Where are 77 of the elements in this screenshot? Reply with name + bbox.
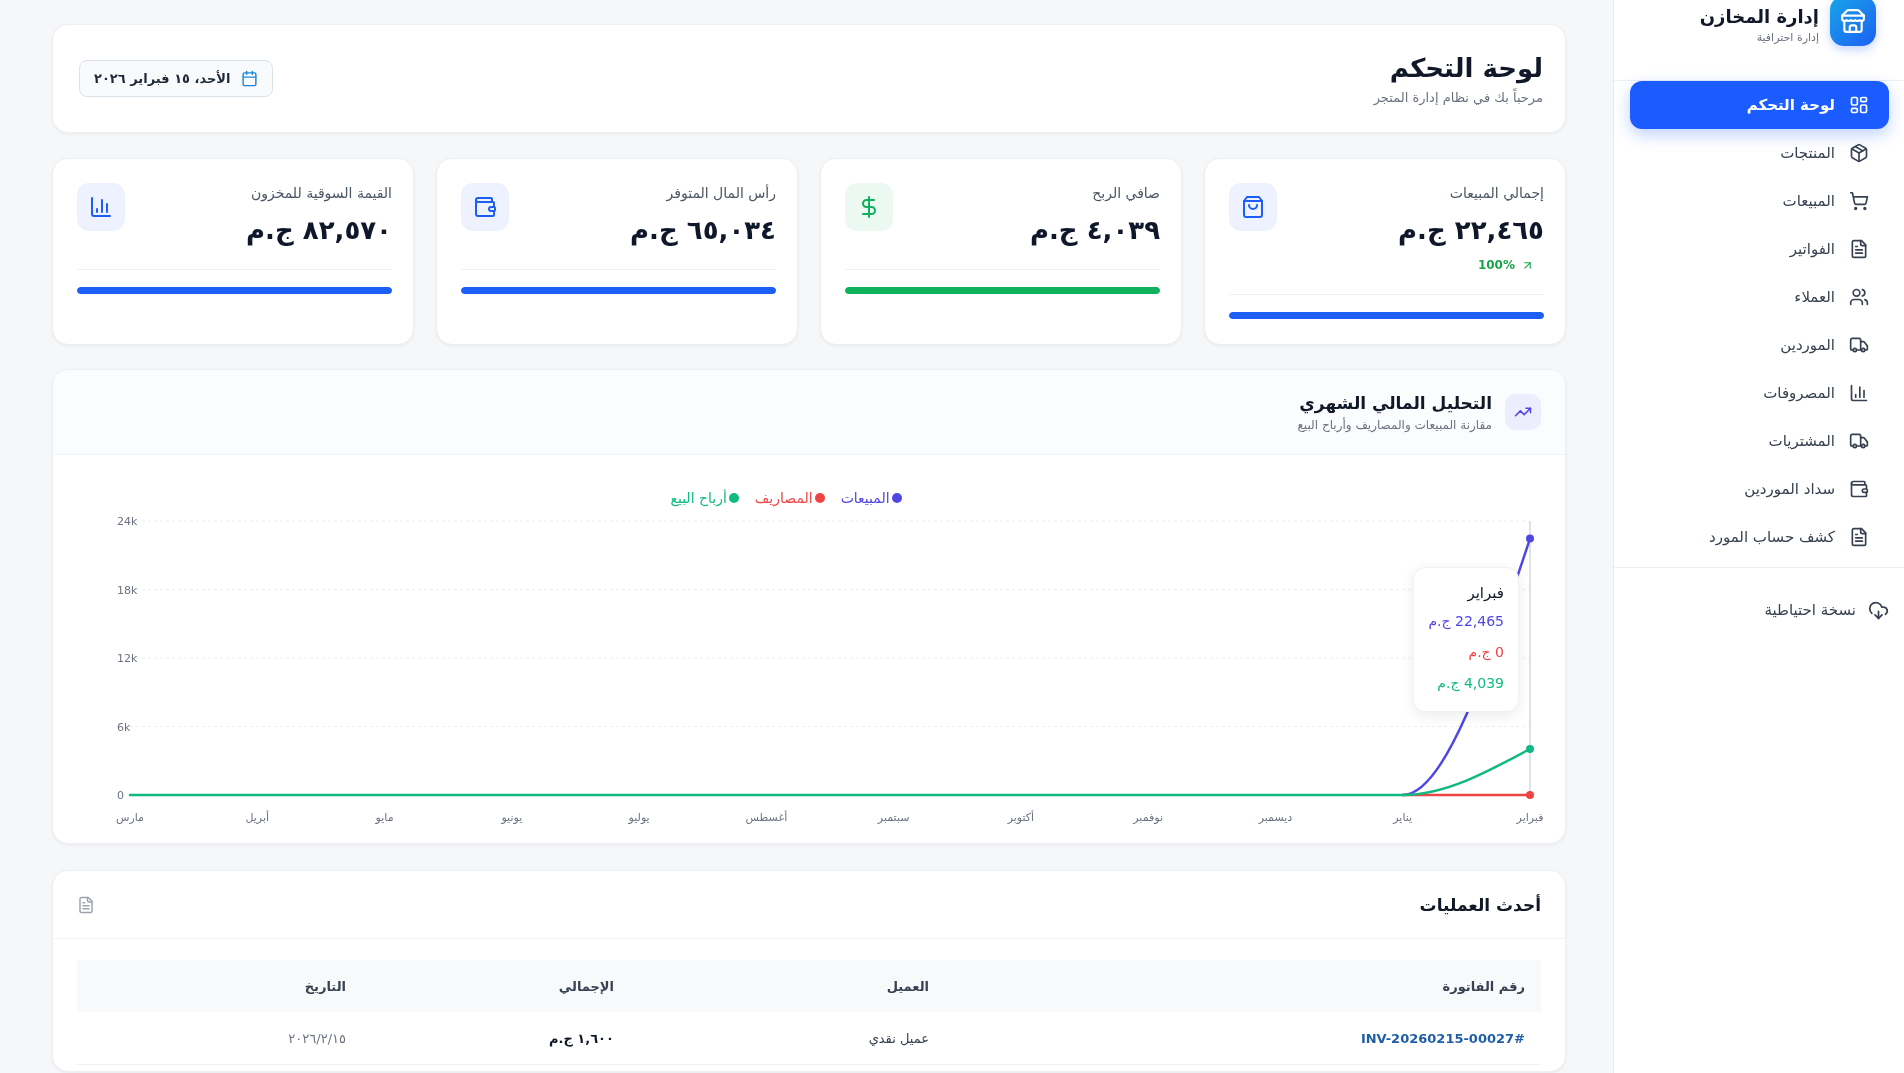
- stat-value: ٤,٠٣٩ ج.م: [1029, 214, 1160, 248]
- document-icon: [77, 895, 95, 914]
- tooltip-title: فبراير: [1466, 583, 1504, 604]
- sidebar-item[interactable]: المنتجات: [1630, 129, 1889, 177]
- legend-label: المصاريف: [754, 489, 813, 508]
- x-axis-label: فبراير: [1516, 811, 1544, 824]
- section-title: أحدث العمليات: [1419, 894, 1541, 915]
- x-axis-label: مايو: [375, 811, 394, 824]
- tooltip-value: 0 ج.م: [1467, 643, 1504, 663]
- stat-label: رأس المال المتوفر: [665, 183, 776, 203]
- stat-value: ٦٥,٠٣٤ ج.م: [630, 214, 776, 248]
- point-marker-icon: [1526, 744, 1534, 753]
- y-axis-label: 24k: [117, 515, 138, 528]
- calendar-icon: [240, 70, 258, 87]
- y-axis-label: 0: [117, 789, 124, 802]
- x-axis-label: نوفمبر: [1133, 811, 1164, 824]
- sidebar-item[interactable]: سداد الموردين: [1630, 465, 1889, 513]
- x-axis-label: يناير: [1393, 811, 1413, 824]
- sidebar-item[interactable]: المصروفات: [1630, 369, 1889, 417]
- x-axis-label: مارس: [116, 811, 144, 824]
- column-header: رقم الفاتورة: [945, 960, 1541, 1012]
- cart-icon: [1849, 191, 1869, 211]
- x-axis-label: أبريل: [245, 811, 270, 824]
- table-cell: ١,٦٠٠ ج.م: [362, 1012, 630, 1065]
- y-axis-label: 6k: [117, 720, 131, 734]
- x-axis-label: يونيو: [501, 811, 523, 824]
- sidebar-item[interactable]: العملاء: [1630, 273, 1889, 321]
- y-axis-label: 12k: [117, 652, 138, 665]
- box-icon: [1849, 143, 1869, 163]
- trending-up-icon: [1505, 394, 1541, 430]
- wallet-icon: [1849, 479, 1869, 499]
- stat-label: إجمالي المبيعات: [1448, 184, 1544, 203]
- legend-label: المبيعات: [840, 489, 890, 508]
- sidebar-item[interactable]: لوحة التحكم: [1630, 81, 1889, 129]
- sidebar-item[interactable]: الموردين: [1630, 321, 1889, 369]
- sidebar-item[interactable]: المبيعات: [1630, 177, 1889, 225]
- y-axis-label: 18k: [117, 583, 138, 597]
- truck-icon: [1849, 335, 1869, 355]
- stat-label: القيمة السوقية للمخزون: [249, 184, 392, 203]
- cloud-download-icon: [1868, 599, 1889, 621]
- point-marker-icon: [1526, 791, 1534, 799]
- stat-label: صافي الربح: [1091, 184, 1160, 203]
- page-title: لوحة التحكم: [1388, 51, 1543, 86]
- table-cell: ٢٠٢٦/٢/١٥: [77, 1012, 362, 1065]
- chart-subtitle: مقارنة المبيعات والمصاريف وأرباح البيع: [1297, 416, 1492, 433]
- sidebar-item[interactable]: كشف حساب المورد: [1630, 513, 1889, 561]
- tooltip-value: 22,465 ج.م: [1428, 612, 1504, 632]
- legend-label: أرباح البيع: [670, 488, 727, 508]
- app-subtitle: إدارة احترافية: [1755, 30, 1819, 46]
- stat-value: ٢٢,٤٦٥ ج.م: [1398, 214, 1544, 248]
- table-cell: عميل نقدي: [630, 1012, 945, 1065]
- point-marker-icon: [1526, 534, 1534, 543]
- sidebar-item[interactable]: الفواتير: [1630, 225, 1889, 273]
- stat-value: ٨٢,٥٧٠ ج.م: [246, 214, 392, 248]
- sidebar-item[interactable]: نسخة احتياطية: [1630, 586, 1889, 634]
- document-icon: [1849, 239, 1869, 259]
- app-title: إدارة المخازن: [1699, 5, 1819, 29]
- x-axis-label: ديسمبر: [1258, 811, 1293, 824]
- x-axis-label: يوليو: [628, 811, 650, 824]
- document-icon: [1849, 527, 1869, 547]
- invoice-link[interactable]: #INV-20260215-00027: [1360, 1030, 1525, 1046]
- truck-icon: [1849, 431, 1869, 451]
- date-text: الأحد، ١٥ فبراير ٢٠٢٦: [94, 71, 231, 86]
- sidebar-item[interactable]: المشتريات: [1630, 417, 1889, 465]
- change-value: 100%: [1477, 257, 1515, 273]
- bar-chart-icon: [1849, 383, 1869, 403]
- grid-icon: [1849, 95, 1869, 115]
- users-icon: [1849, 287, 1869, 307]
- x-axis-label: أكتوبر: [1007, 811, 1035, 824]
- tooltip-value: 4,039 ج.م: [1436, 674, 1504, 694]
- column-header: التاريخ: [77, 960, 362, 1012]
- column-header: العميل: [630, 960, 945, 1012]
- x-axis-label: أغسطس: [745, 811, 788, 824]
- chart-title: التحليل المالي الشهري: [1298, 391, 1492, 414]
- x-axis-label: سبتمبر: [877, 811, 910, 824]
- column-header: الإجمالي: [362, 960, 630, 1012]
- page-subtitle: مرحباً بك في نظام إدارة المتجر: [1373, 87, 1543, 108]
